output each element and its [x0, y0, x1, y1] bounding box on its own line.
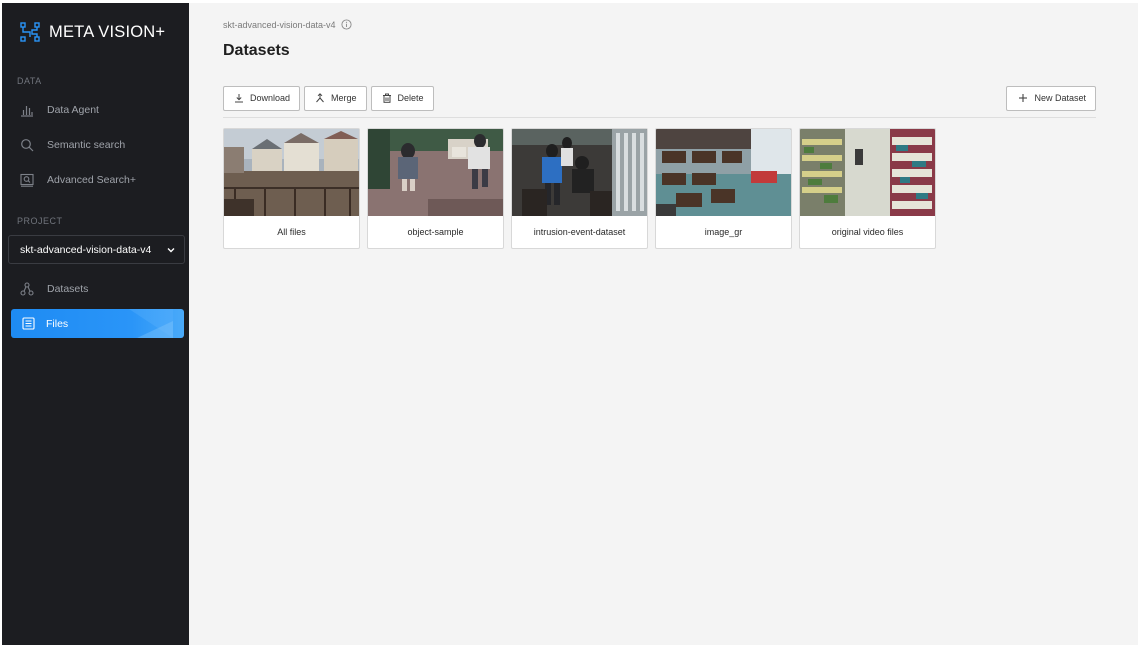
- dataset-card[interactable]: original video files: [799, 128, 936, 249]
- sidebar-item-label: Data Agent: [47, 103, 99, 116]
- page-title: Datasets: [223, 42, 290, 59]
- download-button-label: Download: [250, 93, 291, 103]
- bar-chart-icon: [21, 105, 33, 117]
- project-select-value: skt-advanced-vision-data-v4: [20, 243, 152, 256]
- dataset-card[interactable]: image_gr: [655, 128, 792, 249]
- app-title: META VISION+: [49, 22, 166, 41]
- download-button[interactable]: Download: [223, 85, 301, 111]
- app-window: META VISION+ DATA Data Agent Semantic se…: [2, 3, 1138, 645]
- sidebar-item-label: Files: [46, 317, 69, 330]
- sidebar-item-label: Datasets: [47, 282, 89, 295]
- dataset-thumbnail: [224, 129, 359, 216]
- data-section-label: DATA: [17, 76, 42, 86]
- sidebar-item-label: Advanced Search+: [47, 173, 137, 186]
- sidebar-item-label: Semantic search: [47, 138, 126, 151]
- active-item-decoration: [129, 309, 173, 338]
- info-icon[interactable]: [341, 19, 352, 30]
- breadcrumb-project[interactable]: skt-advanced-vision-data-v4: [223, 20, 336, 30]
- search-icon: [21, 138, 34, 151]
- dataset-name: object-sample: [407, 227, 464, 237]
- merge-button-label: Merge: [331, 93, 357, 103]
- dataset-card[interactable]: intrusion-event-dataset: [511, 128, 648, 249]
- dataset-name: original video files: [831, 227, 904, 237]
- chevron-down-icon: [167, 247, 175, 252]
- dataset-thumbnail: [656, 129, 791, 216]
- main-content: skt-advanced-vision-data-v4 Datasets Dow…: [189, 3, 1138, 645]
- image-search-icon: [20, 173, 34, 187]
- merge-icon: [316, 93, 324, 103]
- datasets-icon: [20, 281, 34, 296]
- new-dataset-button[interactable]: New Dataset: [1006, 85, 1096, 111]
- sidebar-item-semantic-search[interactable]: Semantic search: [2, 127, 189, 162]
- sidebar-item-advanced-search[interactable]: Advanced Search+: [2, 162, 189, 197]
- trash-icon: [382, 93, 391, 103]
- sidebar-item-datasets[interactable]: Datasets: [2, 271, 189, 306]
- sidebar-item-data-agent[interactable]: Data Agent: [2, 92, 189, 127]
- dataset-name: intrusion-event-dataset: [533, 227, 626, 237]
- dataset-thumbnail: [800, 129, 935, 216]
- dataset-thumbnail: [368, 129, 503, 216]
- delete-button-label: Delete: [397, 93, 424, 103]
- breadcrumb: skt-advanced-vision-data-v4: [223, 19, 1096, 30]
- download-icon: [235, 94, 243, 103]
- logo-icon: [20, 22, 40, 42]
- app-logo[interactable]: META VISION+: [2, 3, 189, 61]
- delete-button[interactable]: Delete: [370, 85, 434, 111]
- toolbar: Download Merge Delete New Dataset: [223, 85, 1096, 111]
- dataset-card[interactable]: All files: [223, 128, 360, 249]
- sidebar: META VISION+ DATA Data Agent Semantic se…: [2, 3, 189, 645]
- sidebar-item-files[interactable]: Files: [11, 309, 184, 338]
- plus-icon: [1019, 94, 1028, 102]
- dataset-name: image_gr: [704, 227, 743, 237]
- project-section-label: PROJECT: [17, 216, 63, 226]
- project-select[interactable]: skt-advanced-vision-data-v4: [8, 235, 185, 264]
- toolbar-divider: [223, 117, 1096, 118]
- merge-button[interactable]: Merge: [304, 85, 367, 111]
- dataset-card[interactable]: object-sample: [367, 128, 504, 249]
- dataset-grid: All files object-sample intrusion-event-…: [223, 128, 1096, 249]
- dataset-thumbnail: [512, 129, 647, 216]
- new-dataset-button-label: New Dataset: [1034, 93, 1086, 103]
- dataset-name: All files: [277, 227, 306, 237]
- files-icon: [22, 317, 35, 330]
